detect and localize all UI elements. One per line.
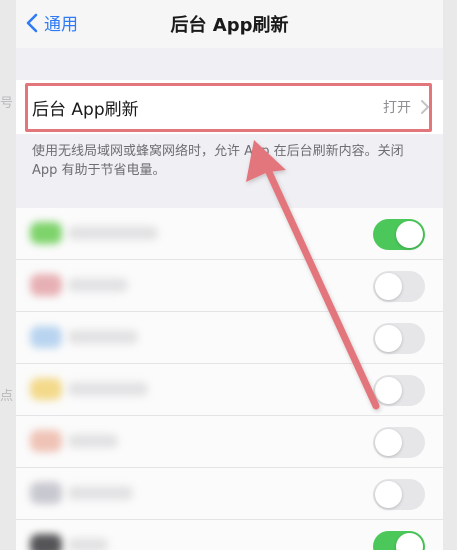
list-item: [16, 520, 443, 550]
app-name-blurred: [68, 486, 133, 500]
side-glyph: 号: [0, 96, 14, 111]
app-toggle[interactable]: [373, 427, 425, 458]
app-name-blurred: [68, 434, 118, 448]
app-icon: [30, 430, 62, 452]
settings-screen: 通用 后台 App刷新 后台 App刷新 打开 使用无线局域网或蜂窝网络时，允许…: [16, 0, 443, 550]
app-icon: [30, 222, 62, 244]
app-icon: [30, 326, 62, 348]
right-background-strip: [443, 0, 457, 550]
app-toggle[interactable]: [373, 531, 425, 550]
annotation-highlight-box: [25, 83, 432, 132]
list-item: [16, 260, 443, 312]
left-background-strip: 号 点: [0, 0, 16, 550]
app-icon: [30, 378, 62, 400]
setting-description: 使用无线局域网或蜂窝网络时，允许 App 在后台刷新内容。关闭 App 有助于节…: [32, 144, 404, 178]
list-item: [16, 364, 443, 416]
app-icon: [30, 534, 62, 550]
app-toggle[interactable]: [373, 219, 425, 250]
side-glyph: 点: [0, 389, 14, 404]
app-toggle[interactable]: [373, 479, 425, 510]
list-item: [16, 468, 443, 520]
app-name-blurred: [68, 226, 158, 240]
app-toggle[interactable]: [373, 271, 425, 302]
app-name-blurred: [68, 278, 128, 292]
app-toggle[interactable]: [373, 323, 425, 354]
app-toggle[interactable]: [373, 375, 425, 406]
app-name-blurred: [68, 382, 148, 396]
navigation-bar: 通用 后台 App刷新: [16, 0, 443, 48]
list-item: [16, 416, 443, 468]
list-item: [16, 208, 443, 260]
app-icon: [30, 482, 62, 504]
app-name-blurred: [68, 330, 138, 344]
app-list: [16, 208, 443, 550]
list-item: [16, 312, 443, 364]
app-icon: [30, 274, 62, 296]
app-name-blurred: [68, 538, 108, 550]
page-title: 后台 App刷新: [170, 15, 289, 36]
